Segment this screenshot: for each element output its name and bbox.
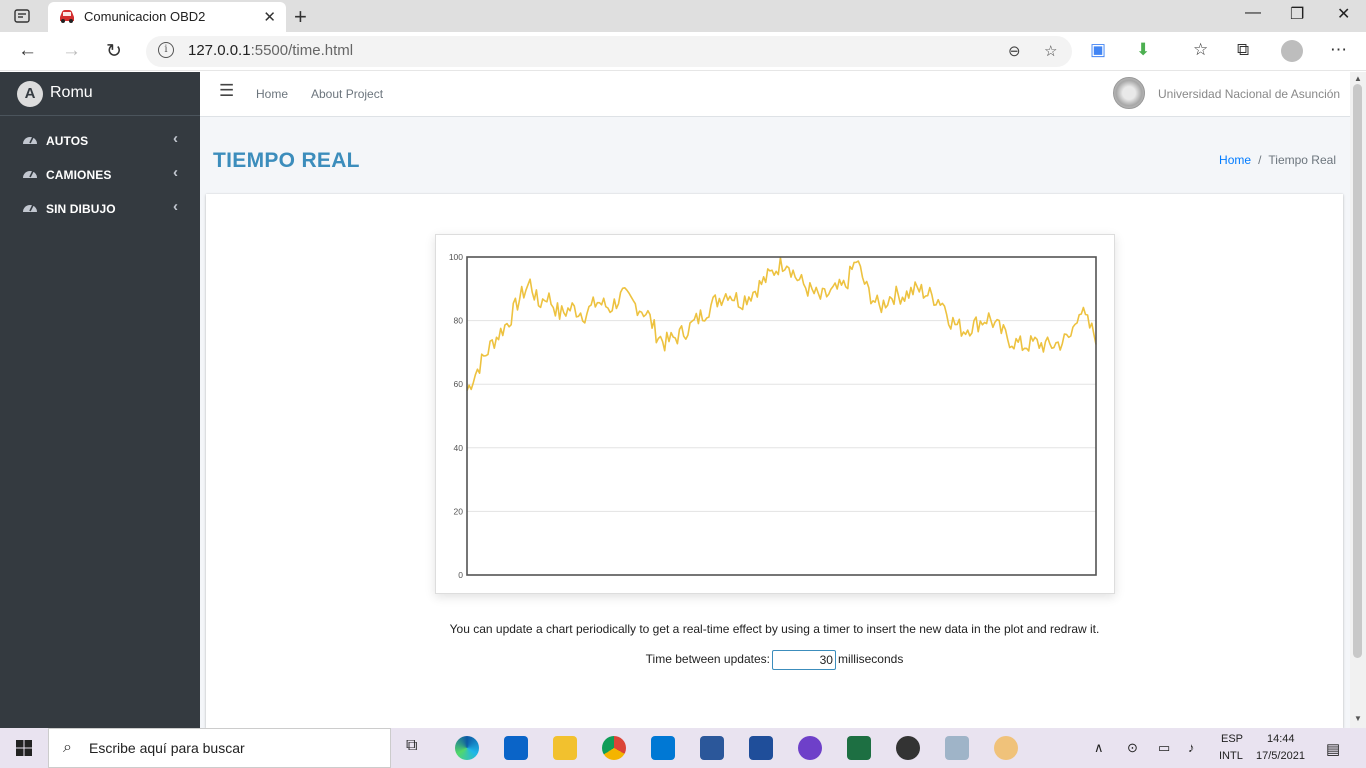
collections-icon[interactable]: ⧉: [1237, 40, 1249, 60]
new-tab-icon[interactable]: +: [294, 4, 307, 30]
search-icon: ⌕: [63, 739, 72, 756]
sidebar: A Romu AUTOS ‹ CAMIONES ‹ SIN DIBUJO ‹: [0, 72, 200, 728]
clock-time[interactable]: 14:44: [1267, 733, 1295, 745]
site-info-icon[interactable]: i: [158, 42, 174, 58]
brand-link[interactable]: A Romu: [0, 72, 200, 116]
zoom-out-icon[interactable]: ⊖: [1008, 42, 1021, 60]
sidebar-item-sin-dibujo[interactable]: SIN DIBUJO ‹: [0, 194, 200, 224]
nav-home-link[interactable]: Home: [256, 87, 288, 101]
scroll-up-icon[interactable]: ▲: [1354, 74, 1362, 83]
tab-actions-icon[interactable]: [14, 8, 30, 24]
battery-icon[interactable]: ▭: [1158, 740, 1170, 756]
url-field[interactable]: i 127.0.0.1:5500/time.html ⊖ ☆: [146, 36, 1072, 67]
gauge-icon: [23, 136, 37, 144]
series-line: [466, 256, 1097, 391]
chevron-left-icon: ‹: [173, 130, 178, 147]
y-tick-label: 0: [458, 570, 463, 580]
sidebar-item-label: AUTOS: [46, 134, 89, 148]
gauge-icon: [23, 204, 37, 212]
translate-icon[interactable]: ▣: [1090, 40, 1106, 60]
edge-taskbar-icon[interactable]: [455, 736, 479, 760]
restore-icon[interactable]: ❐: [1290, 4, 1304, 24]
breadcrumb: Home / Tiempo Real: [1219, 153, 1336, 167]
sidebar-item-camiones[interactable]: CAMIONES ‹: [0, 160, 200, 190]
plot-container: 0 20 40 60 80 100: [435, 234, 1115, 594]
forward-icon[interactable]: →: [62, 40, 81, 62]
chevron-left-icon: ‹: [173, 198, 178, 215]
language-code[interactable]: ESP: [1221, 733, 1243, 745]
update-interval-input[interactable]: [771, 650, 836, 670]
favorites-icon[interactable]: ☆: [1193, 40, 1208, 60]
scroll-down-icon[interactable]: ▼: [1354, 714, 1362, 723]
notifications-icon[interactable]: ▤: [1326, 740, 1340, 758]
volume-icon[interactable]: ♪: [1188, 740, 1195, 755]
profile-avatar[interactable]: [1281, 40, 1303, 62]
security-taskbar-icon[interactable]: [749, 736, 773, 760]
back-icon[interactable]: ←: [18, 40, 37, 62]
y-tick-label: 100: [449, 252, 463, 262]
y-tick-label: 20: [454, 506, 464, 516]
menu-toggle-icon[interactable]: ☰: [219, 81, 234, 101]
y-tick-label: 40: [454, 443, 464, 453]
plot-border: [466, 256, 1097, 576]
sidebar-item-label: SIN DIBUJO: [46, 202, 116, 216]
minimize-icon[interactable]: —: [1245, 4, 1261, 22]
browser-tab-strip: Comunicacion OBD2 ✕ + — ❐ ✕: [0, 0, 1366, 32]
sidebar-item-autos[interactable]: AUTOS ‹: [0, 126, 200, 156]
y-tick-label: 60: [454, 379, 464, 389]
content-wrapper: TIEMPO REAL Home / Tiempo Real 0 20 40 60 80 10…: [200, 117, 1350, 728]
y-tick-label: 80: [454, 316, 464, 326]
sidebar-item-label: CAMIONES: [46, 168, 112, 182]
refresh-icon[interactable]: ↻: [106, 40, 122, 63]
windows-start-icon[interactable]: [16, 740, 32, 756]
address-bar: ← → ↻ i 127.0.0.1:5500/time.html ⊖ ☆ ▣ ⬇…: [0, 32, 1366, 71]
keyboard-layout[interactable]: INTL: [1219, 750, 1243, 762]
update-interval-unit: milliseconds: [837, 652, 904, 667]
meet-now-icon[interactable]: ⊙: [1127, 740, 1138, 756]
breadcrumb-current: Tiempo Real: [1268, 153, 1336, 167]
browser-tab[interactable]: Comunicacion OBD2 ✕: [48, 2, 286, 32]
page-title: TIEMPO REAL: [213, 149, 360, 172]
word-taskbar-icon[interactable]: [700, 736, 724, 760]
clock-date[interactable]: 17/5/2021: [1256, 750, 1305, 762]
car-favicon-icon: [60, 10, 74, 23]
search-placeholder: Escribe aquí para buscar: [89, 740, 245, 756]
scrollbar-thumb[interactable]: [1353, 84, 1362, 658]
nav-about-link[interactable]: About Project: [311, 87, 383, 101]
university-logo: [1113, 77, 1145, 109]
media-taskbar-icon[interactable]: [896, 736, 920, 760]
brand-logo: A: [17, 81, 43, 107]
top-navbar: ☰ Home About Project Universidad Naciona…: [200, 72, 1350, 117]
github-taskbar-icon[interactable]: [798, 736, 822, 760]
chart-description: You can update a chart periodically to g…: [449, 622, 1100, 636]
tab-title: Comunicacion OBD2: [84, 9, 206, 24]
mail-taskbar-icon[interactable]: [504, 736, 528, 760]
page-scrollbar[interactable]: ▲ ▼: [1350, 72, 1366, 728]
gauge-icon: [23, 170, 37, 178]
realtime-line-chart: 0 20 40 60 80 100: [449, 252, 1097, 580]
university-name: Universidad Nacional de Asunción: [1158, 87, 1341, 101]
explorer-taskbar-icon[interactable]: [553, 736, 577, 760]
more-icon[interactable]: ⋯: [1330, 40, 1347, 60]
url-text[interactable]: 127.0.0.1:5500/time.html: [188, 42, 353, 59]
chart-card: 0 20 40 60 80 100 You can update a chart peri…: [206, 194, 1343, 728]
breadcrumb-home-link[interactable]: Home: [1219, 153, 1251, 167]
tray-chevron-up-icon[interactable]: ∧: [1094, 740, 1104, 756]
vscode-taskbar-icon[interactable]: [651, 736, 675, 760]
add-favorite-icon[interactable]: ☆: [1044, 42, 1057, 60]
windows-taskbar: ⌕ Escribe aquí para buscar ⧉ ∧ ⊙ ▭ ♪ ESP…: [0, 728, 1366, 768]
excel-taskbar-icon[interactable]: [847, 736, 871, 760]
photos-taskbar-icon[interactable]: [945, 736, 969, 760]
update-interval-row: Time between updates: milliseconds: [206, 650, 1343, 670]
chevron-left-icon: ‹: [173, 164, 178, 181]
tab-close-icon[interactable]: ✕: [263, 8, 276, 26]
update-interval-label: Time between updates:: [645, 652, 770, 667]
download-extension-icon[interactable]: ⬇: [1136, 40, 1150, 60]
brand-name: Romu: [50, 84, 93, 101]
window-close-icon[interactable]: ✕: [1337, 4, 1350, 24]
paint-taskbar-icon[interactable]: [994, 736, 1018, 760]
taskbar-search[interactable]: ⌕ Escribe aquí para buscar: [48, 728, 391, 768]
chrome-taskbar-icon[interactable]: [602, 736, 626, 760]
task-view-icon[interactable]: ⧉: [406, 737, 417, 755]
